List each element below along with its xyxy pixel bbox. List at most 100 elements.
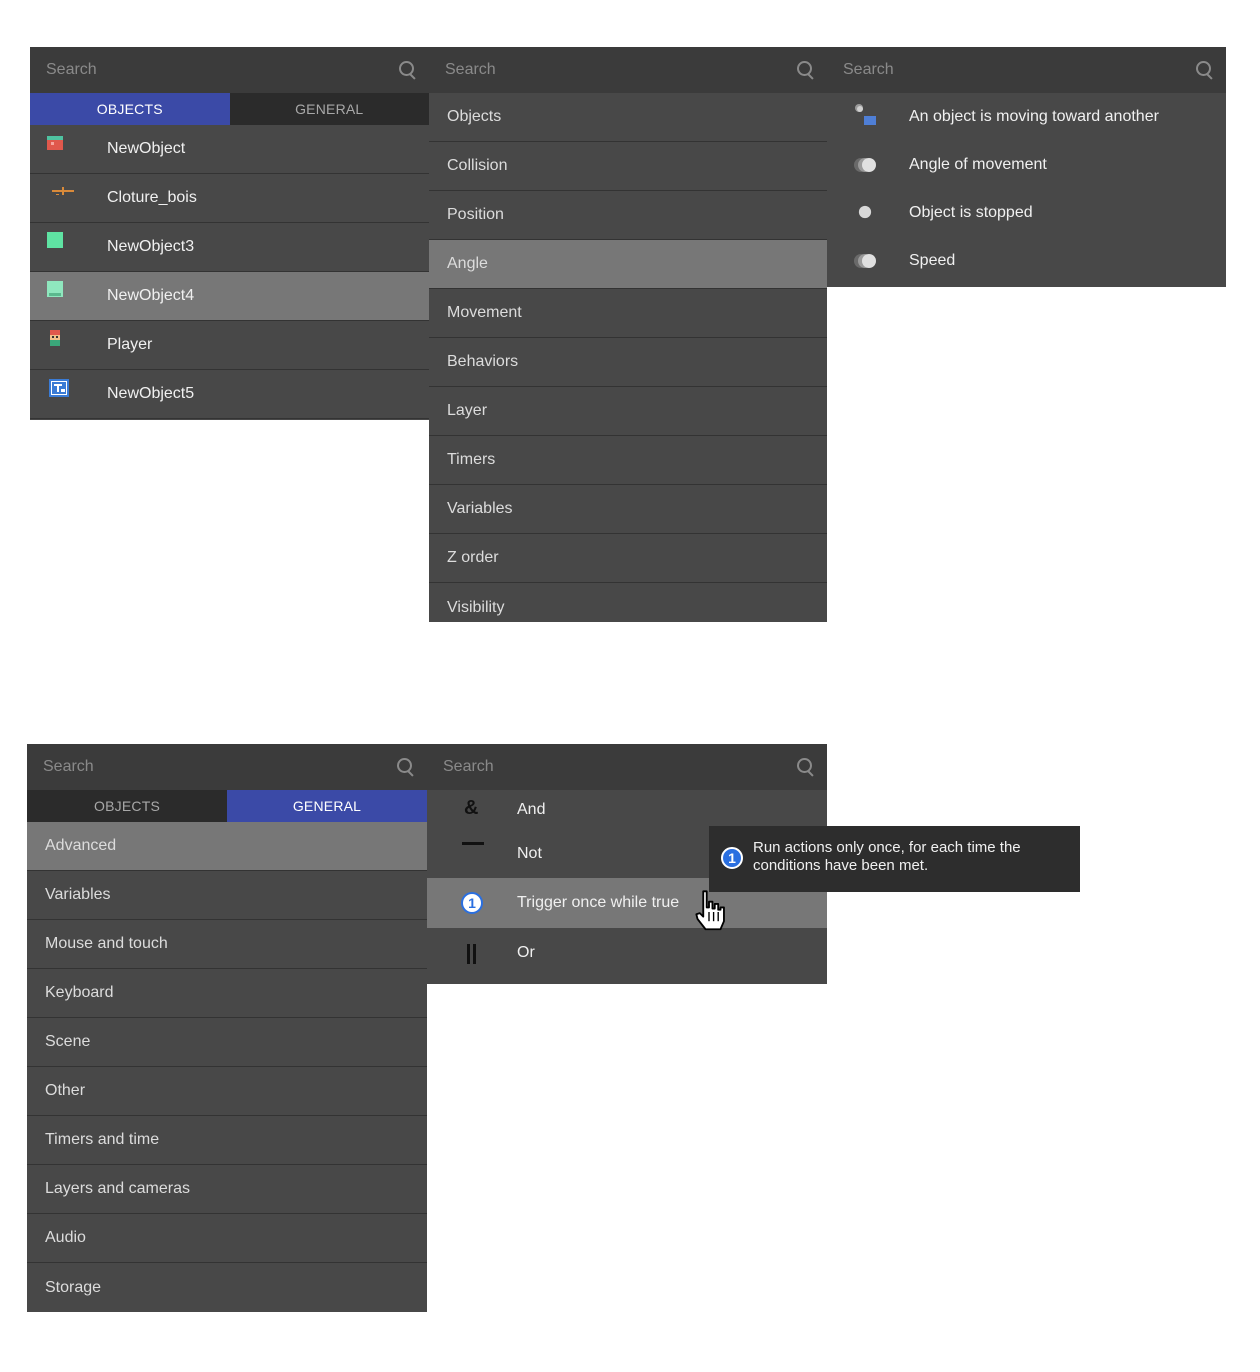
search-input[interactable] [443, 758, 751, 776]
trigger-once-tooltip: 1 Run actions only once, for each time t… [709, 826, 1080, 892]
categories-panel-top: Objects Collision Position Angle Movemen… [429, 47, 827, 622]
object-item-newobject3[interactable]: NewObject3 [30, 223, 429, 272]
search-input[interactable] [445, 61, 751, 79]
red-sprite-icon [47, 136, 63, 150]
condition-label: And [517, 801, 546, 818]
tab-bar: OBJECTS GENERAL [27, 790, 427, 822]
tab-objects[interactable]: OBJECTS [30, 93, 230, 125]
green-square-icon [47, 232, 63, 248]
object-item-newobject5[interactable]: NewObject5 [30, 370, 429, 419]
or-bars-icon [467, 944, 477, 964]
search-bar [429, 47, 827, 93]
condition-object-is-stopped[interactable]: Object is stopped [827, 189, 1226, 237]
object-item-newobject4[interactable]: NewObject4 [30, 272, 429, 321]
hand-cursor-icon [695, 890, 725, 931]
category-visibility[interactable]: Visibility [429, 583, 827, 622]
objects-panel-top: OBJECTS GENERAL NewObject Cloture_bois N… [30, 47, 429, 420]
player-sprite-icon [50, 330, 60, 346]
green-tile-icon [47, 281, 63, 297]
condition-label: Angle of movement [909, 156, 1047, 173]
category-label: Keyboard [45, 984, 114, 1001]
tab-objects[interactable]: OBJECTS [27, 790, 227, 822]
motion-ball-icon [854, 158, 876, 172]
object-item-label: NewObject3 [107, 238, 195, 255]
general-category-mouse-and-touch[interactable]: Mouse and touch [27, 920, 427, 969]
category-label: Advanced [45, 837, 117, 854]
general-category-audio[interactable]: Audio [27, 1214, 427, 1263]
category-position[interactable]: Position [429, 191, 827, 240]
search-bar [30, 47, 429, 93]
category-label: Mouse and touch [45, 935, 168, 952]
search-bar [827, 47, 1226, 93]
search-input[interactable] [43, 758, 351, 776]
object-item-label: NewObject [107, 140, 186, 157]
category-timers[interactable]: Timers [429, 436, 827, 485]
minus-icon [462, 842, 484, 845]
general-category-advanced[interactable]: Advanced [27, 822, 427, 871]
ampersand-icon: & [464, 797, 479, 819]
object-item-cloture-bois[interactable]: Cloture_bois [30, 174, 429, 223]
moving-toward-icon [855, 104, 876, 125]
category-collision[interactable]: Collision [429, 142, 827, 191]
object-item-label: Cloture_bois [107, 189, 197, 206]
tab-bar: OBJECTS GENERAL [30, 93, 429, 125]
condition-label: Speed [909, 252, 956, 269]
condition-and[interactable]: & And [427, 790, 827, 830]
condition-speed[interactable]: Speed [827, 237, 1226, 285]
category-label: Behaviors [447, 353, 519, 370]
general-category-keyboard[interactable]: Keyboard [27, 969, 427, 1018]
category-label: Collision [447, 157, 508, 174]
category-angle[interactable]: Angle [429, 240, 827, 289]
search-icon[interactable] [397, 758, 415, 776]
search-bar [27, 744, 427, 790]
condition-label: Trigger once while true [517, 894, 680, 911]
condition-or[interactable]: Or [427, 928, 827, 978]
category-variables[interactable]: Variables [429, 485, 827, 534]
category-label: Layer [447, 402, 488, 419]
general-category-other[interactable]: Other [27, 1067, 427, 1116]
object-item-label: NewObject5 [107, 385, 195, 402]
tooltip-text-line-1: Run actions only once, for each time the [753, 839, 1021, 856]
condition-label: Or [517, 944, 535, 961]
category-label: Position [447, 206, 504, 223]
search-icon[interactable] [399, 61, 417, 79]
stopped-ball-icon [858, 205, 872, 219]
search-input[interactable] [843, 61, 1150, 79]
general-category-storage[interactable]: Storage [27, 1263, 427, 1312]
speed-ball-icon [854, 254, 876, 268]
general-category-timers-and-time[interactable]: Timers and time [27, 1116, 427, 1165]
search-icon[interactable] [1196, 61, 1214, 79]
search-icon[interactable] [797, 758, 815, 776]
object-item-player[interactable]: Player [30, 321, 429, 370]
general-category-scene[interactable]: Scene [27, 1018, 427, 1067]
category-label: Other [45, 1082, 86, 1099]
category-behaviors[interactable]: Behaviors [429, 338, 827, 387]
conditions-panel-top: An object is moving toward another Angle… [827, 47, 1226, 287]
search-input[interactable] [46, 61, 353, 79]
category-movement[interactable]: Movement [429, 289, 827, 338]
category-objects[interactable]: Objects [429, 93, 827, 142]
search-bar [427, 744, 827, 790]
object-item-newobject[interactable]: NewObject [30, 125, 429, 174]
tab-general[interactable]: GENERAL [227, 790, 427, 822]
category-z-order[interactable]: Z order [429, 534, 827, 583]
category-label: Objects [447, 108, 502, 125]
condition-angle-of-movement[interactable]: Angle of movement [827, 141, 1226, 189]
category-label: Variables [45, 886, 111, 903]
tab-general[interactable]: GENERAL [229, 93, 429, 125]
condition-label: An object is moving toward another [909, 108, 1159, 125]
category-label: Movement [447, 304, 522, 321]
condition-moving-toward[interactable]: An object is moving toward another [827, 93, 1226, 141]
condition-label: Object is stopped [909, 204, 1033, 221]
general-category-layers-and-cameras[interactable]: Layers and cameras [27, 1165, 427, 1214]
category-label: Storage [45, 1278, 102, 1296]
category-label: Audio [45, 1229, 86, 1246]
category-label: Timers [447, 451, 496, 468]
category-label: Scene [45, 1033, 91, 1050]
search-icon[interactable] [797, 61, 815, 79]
category-layer[interactable]: Layer [429, 387, 827, 436]
general-category-variables[interactable]: Variables [27, 871, 427, 920]
condition-label: Not [517, 845, 542, 862]
tooltip-text-line-2: conditions have been met. [753, 857, 929, 874]
trigger-once-icon: 1 [461, 892, 483, 914]
